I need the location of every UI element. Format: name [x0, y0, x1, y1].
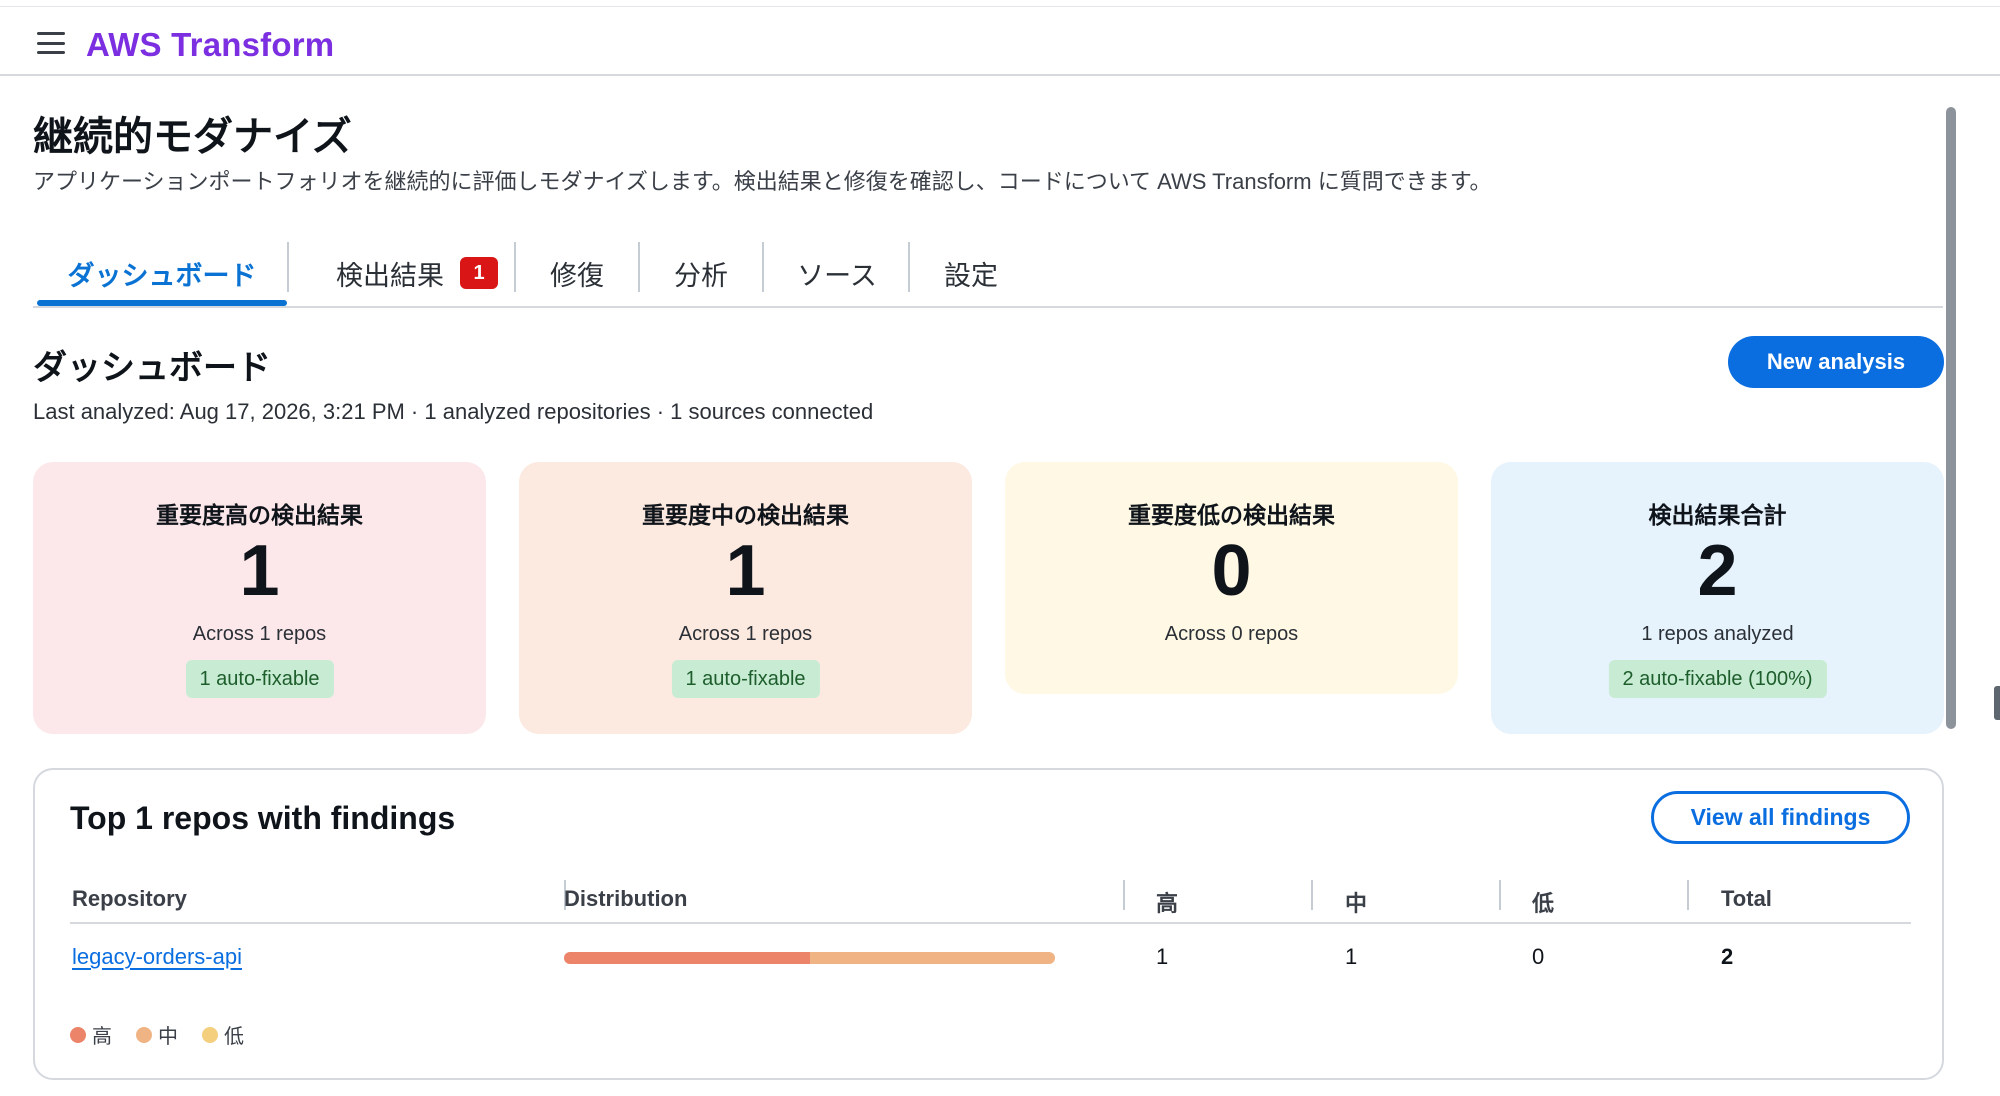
legend-label: 低	[224, 1026, 244, 1048]
scrollbar[interactable]	[1946, 107, 1956, 729]
legend-item-high: 高	[70, 1020, 112, 1049]
section-title: ダッシュボード	[33, 349, 271, 387]
tab-label: 修復	[550, 260, 604, 291]
low-severity-card: 重要度低の検出結果 0 Across 0 repos	[1005, 462, 1458, 694]
card-subtitle: Across 0 repos	[1164, 623, 1299, 645]
total-findings-card: 検出結果合計 2 1 repos analyzed 2 auto-fixable…	[1491, 462, 1944, 734]
app-logo[interactable]: AWS Transform	[86, 26, 334, 64]
legend-item-low: 低	[202, 1020, 244, 1049]
column-divider	[1311, 880, 1313, 910]
tab-settings[interactable]: 設定	[910, 240, 1032, 306]
medium-severity-card: 重要度中の検出結果 1 Across 1 repos 1 auto-fixabl…	[519, 462, 972, 734]
legend-dot	[136, 1026, 152, 1043]
auto-fixable-badge: 1 auto-fixable	[671, 660, 820, 698]
low-count-cell: 0	[1532, 944, 1545, 969]
tab-label: ソース	[797, 260, 877, 291]
active-tab-indicator	[37, 300, 287, 306]
tab-dashboard[interactable]: ダッシュボード	[37, 240, 287, 306]
tab-analysis[interactable]: 分析	[640, 240, 762, 306]
legend-label: 高	[92, 1026, 112, 1048]
new-analysis-button[interactable]: New analysis	[1728, 336, 1944, 388]
column-header-repository[interactable]: Repository	[72, 886, 187, 912]
tab-sources[interactable]: ソース	[764, 240, 910, 306]
distribution-bar	[564, 952, 1055, 964]
card-title: 検出結果合計	[1648, 502, 1787, 528]
side-panel-handle[interactable]	[1994, 686, 2000, 720]
column-header-medium[interactable]: 中	[1345, 886, 1367, 918]
menu-icon[interactable]	[37, 32, 65, 54]
total-count-cell: 2	[1721, 944, 1734, 969]
legend-dot	[202, 1026, 218, 1043]
tab-label: 検出結果	[336, 260, 444, 291]
findings-count-badge: 1	[460, 257, 498, 289]
table-header: Repository Distribution 高 中 低 Total	[70, 878, 1911, 924]
column-divider	[1499, 880, 1501, 910]
tab-findings[interactable]: 検出結果 1	[289, 240, 545, 306]
card-value: 1	[725, 531, 766, 611]
high-severity-card: 重要度高の検出結果 1 Across 1 repos 1 auto-fixabl…	[33, 462, 486, 734]
card-subtitle: 1 repos analyzed	[1641, 623, 1794, 645]
card-title: 重要度中の検出結果	[642, 502, 849, 528]
column-header-high[interactable]: 高	[1156, 886, 1178, 918]
card-subtitle: Across 1 repos	[192, 623, 327, 645]
tab-label: 設定	[944, 260, 998, 291]
medium-count-cell: 1	[1345, 944, 1358, 969]
card-value: 1	[239, 531, 280, 611]
repository-cell: legacy-orders-api	[72, 944, 242, 970]
tab-bar: ダッシュボード 検出結果 1 修復 分析 ソース 設定	[33, 240, 1943, 308]
column-divider	[1123, 880, 1125, 910]
card-value: 0	[1211, 531, 1252, 611]
card-title: 重要度高の検出結果	[156, 502, 363, 528]
legend-dot	[70, 1026, 86, 1043]
table-row: legacy-orders-api 1 1 0 2	[70, 926, 1911, 988]
tab-label: ダッシュボード	[67, 260, 257, 291]
card-title: 重要度低の検出結果	[1128, 502, 1335, 528]
top-navigation: AWS Transform	[0, 6, 2000, 76]
top-repos-panel: Top 1 repos with findings View all findi…	[33, 768, 1944, 1080]
page-description: アプリケーションポートフォリオを継続的に評価しモダナイズします。検出結果と修復を…	[33, 169, 1492, 194]
page-title: 継続的モダナイズ	[33, 115, 352, 159]
column-divider	[1687, 880, 1689, 910]
repository-link[interactable]: legacy-orders-api	[72, 944, 242, 969]
last-analyzed-summary: Last analyzed: Aug 17, 2026, 3:21 PM · 1…	[33, 399, 874, 424]
distribution-medium-segment	[809, 952, 1055, 964]
card-value: 2	[1697, 531, 1738, 611]
column-header-total[interactable]: Total	[1721, 886, 1772, 912]
severity-legend: 高 中 低	[70, 1020, 268, 1049]
tab-remediation[interactable]: 修復	[516, 240, 638, 306]
legend-item-medium: 中	[136, 1020, 178, 1049]
tab-label: 分析	[674, 260, 728, 291]
auto-fixable-badge: 1 auto-fixable	[185, 660, 334, 698]
panel-title: Top 1 repos with findings	[70, 800, 456, 836]
view-all-findings-button[interactable]: View all findings	[1651, 791, 1910, 844]
column-header-low[interactable]: 低	[1532, 886, 1554, 918]
distribution-high-segment	[564, 952, 810, 964]
auto-fixable-badge: 2 auto-fixable (100%)	[1608, 660, 1827, 698]
high-count-cell: 1	[1156, 944, 1169, 969]
card-subtitle: Across 1 repos	[678, 623, 813, 645]
legend-label: 中	[158, 1026, 178, 1048]
column-header-distribution[interactable]: Distribution	[564, 886, 687, 912]
